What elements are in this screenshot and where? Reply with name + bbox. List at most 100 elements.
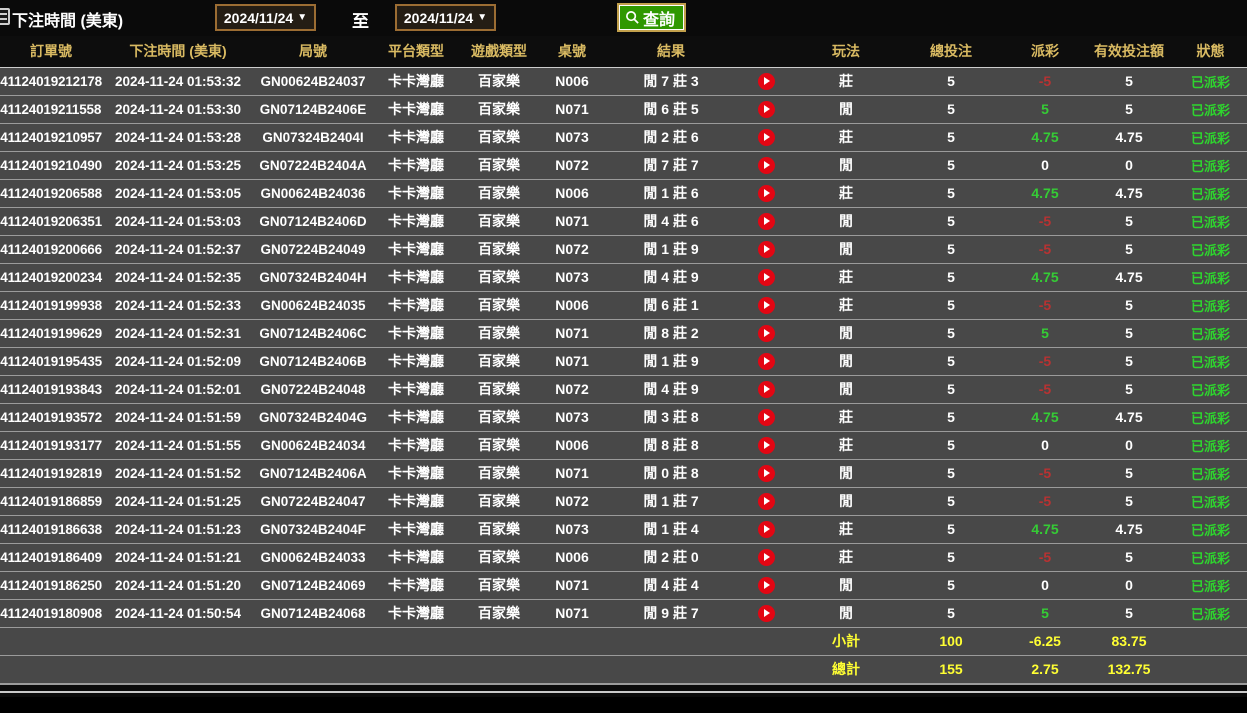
table-row: 241124019192819 2024-11-24 01:51:52 GN07… [0,459,1247,487]
query-button[interactable]: 查詢 [617,3,686,32]
total-label: 總計 [796,655,896,683]
table-row: 241124019206351 2024-11-24 01:53:03 GN07… [0,207,1247,235]
play-replay-button[interactable] [758,241,775,258]
cell-platform-type: 卡卡灣廳 [372,571,460,599]
cell-platform-type: 卡卡灣廳 [372,431,460,459]
cell-total-bet: 5 [896,207,1006,235]
play-icon [764,581,770,589]
cell-status: 已派彩 [1174,95,1247,123]
play-icon [764,357,770,365]
date-from-select[interactable]: 2024/11/24 ▼ [215,4,316,31]
cell-valid-bet: 5 [1084,207,1174,235]
play-replay-button[interactable] [758,157,775,174]
play-replay-button[interactable] [758,353,775,370]
subtotal-total-bet: 100 [896,627,1006,655]
cell-play-method: 閒 [796,95,896,123]
play-replay-button[interactable] [758,577,775,594]
total-row: 總計 155 2.75 132.75 [0,655,1247,683]
cell-total-bet: 5 [896,95,1006,123]
cell-order-no: 241124019210490 [0,151,102,179]
table-row: 241124019193843 2024-11-24 01:52:01 GN07… [0,375,1247,403]
cell-game-type: 百家樂 [460,515,538,543]
date-range-to-label: 至 [352,7,369,32]
cell-result: 閒 1 莊 6 [606,179,736,207]
play-replay-button[interactable] [758,129,775,146]
cell-bet-time: 2024-11-24 01:53:32 [102,67,254,95]
play-replay-button[interactable] [758,437,775,454]
cell-total-bet: 5 [896,459,1006,487]
cell-order-no: 241124019192819 [0,459,102,487]
play-replay-button[interactable] [758,381,775,398]
table-row: 241124019210490 2024-11-24 01:53:25 GN07… [0,151,1247,179]
play-replay-button[interactable] [758,493,775,510]
cell-total-bet: 5 [896,487,1006,515]
cell-round-no: GN07124B2406B [254,347,372,375]
cell-round-no: GN07324B2404H [254,263,372,291]
cell-game-type: 百家樂 [460,403,538,431]
play-replay-button[interactable] [758,325,775,342]
play-replay-button[interactable] [758,465,775,482]
cell-table-no: N006 [538,543,606,571]
table-row: 241124019186859 2024-11-24 01:51:25 GN07… [0,487,1247,515]
cell-play-method: 閒 [796,571,896,599]
cell-valid-bet: 5 [1084,95,1174,123]
date-to-value: 2024/11/24 [404,10,473,26]
cell-bet-time: 2024-11-24 01:52:01 [102,375,254,403]
play-replay-button[interactable] [758,73,775,90]
cell-status: 已派彩 [1174,179,1247,207]
cell-result: 閒 8 莊 2 [606,319,736,347]
cell-play-method: 閒 [796,599,896,627]
cell-status: 已派彩 [1174,319,1247,347]
cell-platform-type: 卡卡灣廳 [372,459,460,487]
play-replay-button[interactable] [758,101,775,118]
cell-total-bet: 5 [896,515,1006,543]
play-replay-button[interactable] [758,521,775,538]
play-replay-button[interactable] [758,185,775,202]
cell-total-bet: 5 [896,599,1006,627]
cell-order-no: 241124019180908 [0,599,102,627]
cell-round-no: GN07124B24068 [254,599,372,627]
cell-payout: 0 [1006,571,1084,599]
cell-game-type: 百家樂 [460,123,538,151]
cell-bet-time: 2024-11-24 01:53:03 [102,207,254,235]
cell-table-no: N071 [538,319,606,347]
play-replay-button[interactable] [758,297,775,314]
play-replay-button[interactable] [758,269,775,286]
cell-table-no: N072 [538,235,606,263]
cell-bet-time: 2024-11-24 01:50:54 [102,599,254,627]
cell-result: 閒 1 莊 9 [606,347,736,375]
cell-payout: 4.75 [1006,179,1084,207]
header-order-no: 訂單號 [0,36,102,67]
cell-total-bet: 5 [896,571,1006,599]
cell-game-type: 百家樂 [460,151,538,179]
cell-bet-time: 2024-11-24 01:52:35 [102,263,254,291]
cell-valid-bet: 4.75 [1084,179,1174,207]
cell-round-no: GN00624B24033 [254,543,372,571]
play-icon [764,525,770,533]
cell-play-method: 閒 [796,347,896,375]
cell-play-method: 莊 [796,543,896,571]
cell-status: 已派彩 [1174,543,1247,571]
table-row: 241124019199938 2024-11-24 01:52:33 GN00… [0,291,1247,319]
cell-bet-time: 2024-11-24 01:52:37 [102,235,254,263]
date-to-select[interactable]: 2024/11/24 ▼ [395,4,496,31]
play-replay-button[interactable] [758,409,775,426]
cell-payout: -5 [1006,207,1084,235]
cell-play-method: 莊 [796,291,896,319]
cell-table-no: N006 [538,431,606,459]
cell-order-no: 241124019193572 [0,403,102,431]
calendar-icon [0,8,10,25]
cell-round-no: GN07324B2404G [254,403,372,431]
cell-bet-time: 2024-11-24 01:51:55 [102,431,254,459]
play-replay-button[interactable] [758,213,775,230]
play-replay-button[interactable] [758,549,775,566]
play-replay-button[interactable] [758,605,775,622]
cell-valid-bet: 0 [1084,571,1174,599]
cell-result: 閒 6 莊 1 [606,291,736,319]
play-icon [764,77,770,85]
cell-order-no: 241124019186250 [0,571,102,599]
cell-order-no: 241124019212178 [0,67,102,95]
cell-game-type: 百家樂 [460,291,538,319]
cell-result: 閒 4 莊 4 [606,571,736,599]
header-total-bet: 總投注 [896,36,1006,67]
